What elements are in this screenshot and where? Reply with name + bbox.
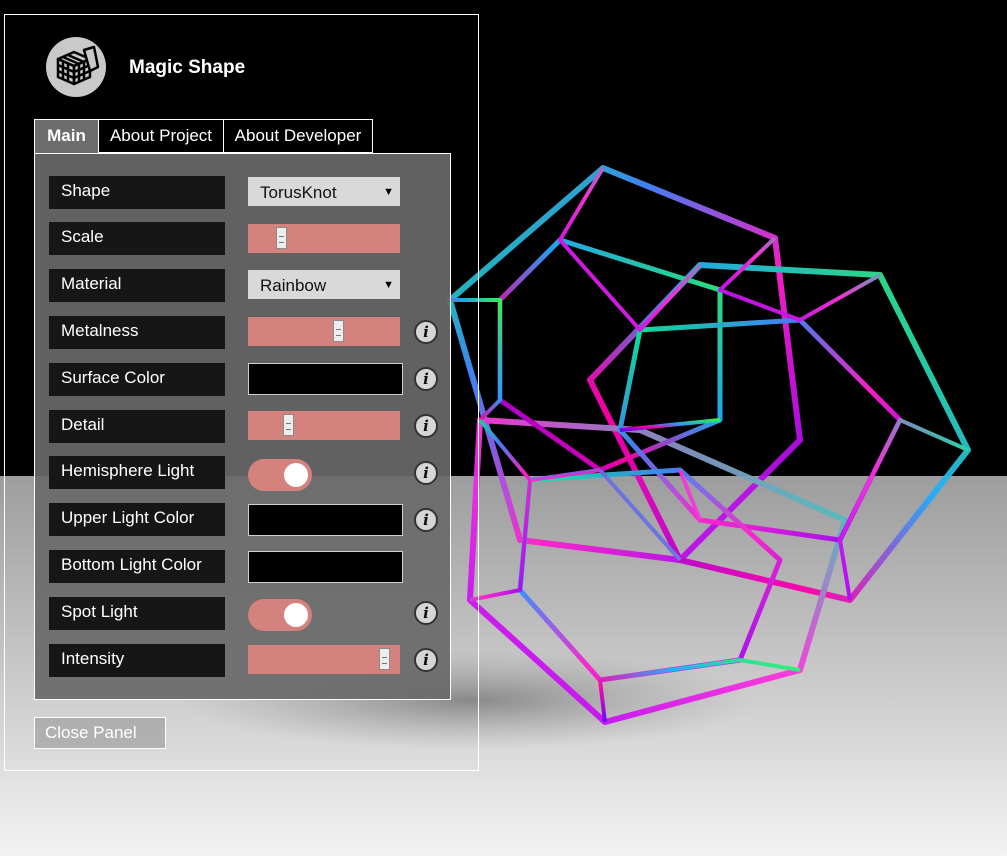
intensity-slider-thumb[interactable]	[379, 648, 390, 670]
toggle-knob	[284, 463, 308, 487]
detail-slider-thumb[interactable]	[283, 414, 294, 436]
detail-info-icon[interactable]: i	[414, 414, 438, 438]
spot-light-label: Spot Light	[49, 597, 225, 630]
tab-about-developer[interactable]: About Developer	[223, 119, 373, 153]
material-select[interactable]: Rainbow ▼	[248, 270, 400, 299]
metalness-slider-thumb[interactable]	[333, 320, 344, 342]
dropdown-arrow-icon: ▼	[383, 186, 394, 198]
upper-light-color-info-icon[interactable]: i	[414, 508, 438, 532]
surface-color-input[interactable]	[248, 363, 403, 395]
upper-light-color-label: Upper Light Color	[49, 503, 225, 536]
intensity-label: Intensity	[49, 644, 225, 677]
hemisphere-light-label: Hemisphere Light	[49, 456, 225, 489]
hemisphere-light-info-icon[interactable]: i	[414, 461, 438, 485]
control-panel: Magic Shape Main About Project About Dev…	[4, 14, 479, 771]
shape-select[interactable]: TorusKnot ▼	[248, 177, 400, 206]
spot-light-toggle[interactable]	[248, 599, 312, 631]
scale-slider[interactable]	[248, 224, 400, 253]
metalness-slider[interactable]	[248, 317, 400, 346]
tab-main[interactable]: Main	[34, 119, 99, 154]
dropdown-arrow-icon: ▼	[383, 279, 394, 291]
surface-color-label: Surface Color	[49, 363, 225, 396]
intensity-slider[interactable]	[248, 645, 400, 674]
shape-label: Shape	[49, 176, 225, 209]
close-panel-button[interactable]: Close Panel	[34, 717, 166, 749]
upper-light-color-input[interactable]	[248, 504, 403, 536]
bottom-light-color-label: Bottom Light Color	[49, 550, 225, 583]
bottom-light-color-input[interactable]	[248, 551, 403, 583]
scale-label: Scale	[49, 222, 225, 255]
metalness-info-icon[interactable]: i	[414, 320, 438, 344]
spot-light-info-icon[interactable]: i	[414, 601, 438, 625]
scale-slider-thumb[interactable]	[276, 227, 287, 249]
hemisphere-light-toggle[interactable]	[248, 459, 312, 491]
tab-about-project[interactable]: About Project	[98, 119, 224, 153]
material-label: Material	[49, 269, 225, 302]
app-title: Magic Shape	[129, 57, 246, 78]
intensity-info-icon[interactable]: i	[414, 648, 438, 672]
surface-color-info-icon[interactable]: i	[414, 367, 438, 391]
shape-select-value: TorusKnot	[260, 183, 337, 202]
main-tab-content: Shape TorusKnot ▼ Scale Material Rainbow…	[34, 153, 451, 700]
material-select-value: Rainbow	[260, 276, 327, 295]
toggle-knob	[284, 603, 308, 627]
detail-slider[interactable]	[248, 411, 400, 440]
detail-label: Detail	[49, 410, 225, 443]
cube-logo-icon	[46, 37, 106, 97]
metalness-label: Metalness	[49, 316, 225, 349]
